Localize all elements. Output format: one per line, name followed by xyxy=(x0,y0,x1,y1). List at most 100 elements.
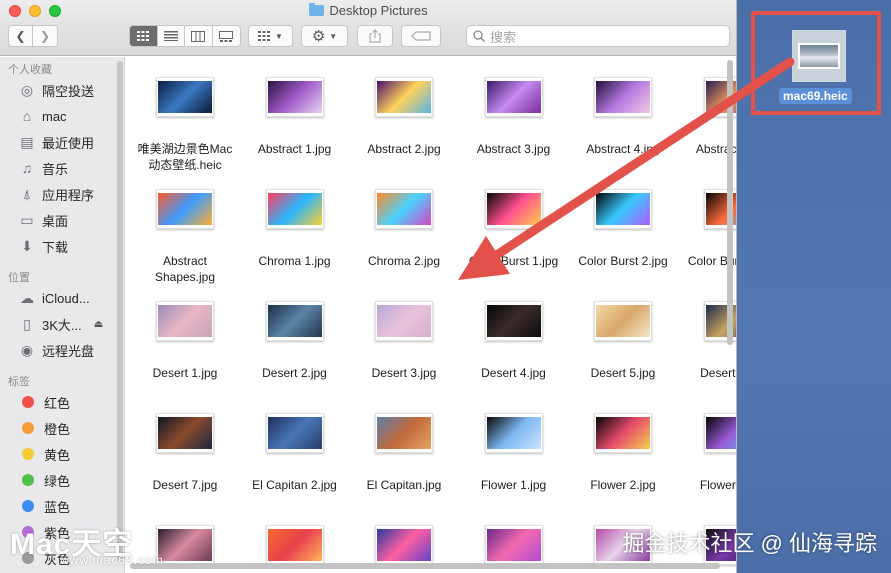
sidebar-item-label: 下载 xyxy=(42,239,69,255)
file-name: Desert 4.jpg xyxy=(481,366,546,380)
file-item[interactable]: Color Burst 1.jpg xyxy=(459,189,569,269)
file-thumbnail xyxy=(484,301,543,341)
column-view-button[interactable] xyxy=(185,26,213,46)
file-item[interactable]: Desert 2.jpg xyxy=(240,301,350,381)
sidebar-item-locations[interactable]: ▯ 3K大... ⏏ xyxy=(0,311,124,337)
sidebar-item-locations[interactable]: ☁ iCloud... xyxy=(0,285,124,311)
file-item[interactable]: Chroma 1.jpg xyxy=(240,189,350,269)
file-item[interactable]: Abstract 1.jpg xyxy=(240,77,350,157)
image-preview xyxy=(267,305,322,337)
tag-label: 橙色 xyxy=(44,421,71,437)
sidebar-item-favorites[interactable]: ◎ 隔空投送 xyxy=(0,77,124,103)
file-item[interactable]: Desert 4.jpg xyxy=(459,301,569,381)
file-name: Abstract 3.jpg xyxy=(476,142,551,156)
file-item[interactable]: Chroma 2.jpg xyxy=(349,189,459,269)
file-name: Chroma 1.jpg xyxy=(258,254,331,268)
image-preview xyxy=(267,417,322,449)
sidebar-tag-item[interactable]: 橙色 xyxy=(0,415,124,441)
back-button[interactable]: ❮ xyxy=(9,25,34,47)
search-field[interactable]: 搜索 xyxy=(466,25,730,47)
file-thumbnail xyxy=(265,413,324,453)
chevron-down-icon: ▼ xyxy=(275,31,283,41)
image-preview xyxy=(486,81,541,113)
file-item[interactable]: Flower 1.jpg xyxy=(459,413,569,493)
sidebar-item-favorites[interactable]: ▤ 最近使用 xyxy=(0,129,124,155)
gallery-view-button[interactable] xyxy=(213,26,240,46)
file-item[interactable]: Flower 2.jpg xyxy=(568,413,678,493)
action-menu-button[interactable]: ⚙ ▼ xyxy=(301,25,348,47)
file-item[interactable]: Desert 3.jpg xyxy=(349,301,459,381)
icloud-icon: ☁ xyxy=(20,289,34,306)
file-thumbnail xyxy=(265,301,324,341)
window-title: Desktop Pictures xyxy=(0,3,736,18)
desktop-file-thumbnail[interactable] xyxy=(792,30,846,82)
file-item[interactable]: El Capitan.jpg xyxy=(349,413,459,493)
tag-color-dot xyxy=(22,422,34,434)
vertical-scrollbar[interactable] xyxy=(727,60,733,345)
tag-label: 绿色 xyxy=(44,473,71,489)
file-item[interactable]: El Capitan 2.jpg xyxy=(240,413,350,493)
locations-list: ☁ iCloud... ▯ 3K大... ⏏ ◉ 远程光盘 xyxy=(0,285,124,363)
file-item[interactable]: Abstract 2.jpg xyxy=(349,77,459,157)
file-name: Flower 1.jpg xyxy=(480,478,547,492)
list-view-button[interactable] xyxy=(158,26,185,46)
file-item[interactable]: Desert 5.jpg xyxy=(568,301,678,381)
image-preview xyxy=(377,417,431,449)
file-item[interactable]: Abstract Shapes.jpg xyxy=(130,189,240,285)
sidebar-item-label: 3K大... xyxy=(42,317,82,333)
sidebar-tag-item[interactable]: 红色 xyxy=(0,389,124,415)
sidebar-item-favorites[interactable]: ♫ 音乐 xyxy=(0,155,124,181)
airdrop-icon: ◎ xyxy=(20,81,34,98)
image-preview xyxy=(267,529,322,561)
share-button[interactable] xyxy=(357,25,393,47)
file-thumbnail xyxy=(265,525,324,565)
sidebar-item-favorites[interactable]: ▭ 桌面 xyxy=(0,207,124,233)
sidebar-item-favorites[interactable]: ⍋ 应用程序 xyxy=(0,181,124,207)
file-item[interactable]: Desert 7.jpg xyxy=(130,413,240,493)
file-thumbnail xyxy=(594,77,652,117)
window-title-text: Desktop Pictures xyxy=(329,3,428,18)
search-icon xyxy=(473,30,485,42)
file-name: Desert 7.jpg xyxy=(152,478,218,492)
sidebar-item-locations[interactable]: ◉ 远程光盘 xyxy=(0,337,124,363)
tag-label: 红色 xyxy=(44,395,71,411)
eject-icon[interactable]: ⏏ xyxy=(94,319,103,330)
image-preview xyxy=(158,193,212,225)
file-item[interactable]: 唯美湖边景色Mac 动态壁纸.heic xyxy=(130,77,240,173)
home-icon: ⌂ xyxy=(22,108,32,124)
disk-icon: ▯ xyxy=(23,315,31,332)
file-thumbnail xyxy=(484,525,543,565)
file-name: Abstract 1.jpg xyxy=(257,142,332,156)
file-item[interactable]: Desert 1.jpg xyxy=(130,301,240,381)
recents-icon: ▤ xyxy=(20,133,34,150)
file-name: Flower 3.jpg xyxy=(699,478,736,492)
sidebar-scrollbar[interactable] xyxy=(117,61,123,561)
icon-view-button[interactable] xyxy=(130,26,158,46)
horizontal-scrollbar[interactable] xyxy=(130,563,720,569)
file-item[interactable]: Abstract 4.jpg xyxy=(568,77,678,157)
forward-button[interactable]: ❯ xyxy=(33,25,57,47)
edit-tags-button[interactable] xyxy=(401,25,441,47)
image-preview xyxy=(486,305,541,337)
file-thumbnail xyxy=(375,413,433,453)
image-preview xyxy=(158,529,212,561)
file-item[interactable]: Abstract 3.jpg xyxy=(459,77,569,157)
file-item[interactable]: Flower 3.jpg xyxy=(678,413,736,493)
image-preview xyxy=(596,305,650,337)
group-by-button[interactable]: ▼ xyxy=(248,25,293,47)
file-name: Desert 1.jpg xyxy=(152,366,218,380)
list-view-icon xyxy=(163,31,178,41)
file-thumbnail xyxy=(156,189,214,229)
desktop-file-label[interactable]: mac69.heic xyxy=(779,88,852,104)
folder-icon xyxy=(309,3,325,16)
tag-color-dot xyxy=(22,474,34,486)
sidebar-tag-item[interactable]: 蓝色 xyxy=(0,493,124,519)
sidebar-tag-item[interactable]: 绿色 xyxy=(0,467,124,493)
sidebar-tag-item[interactable]: 黄色 xyxy=(0,441,124,467)
sidebar-item-favorites[interactable]: ⌂ mac xyxy=(0,103,124,129)
file-item[interactable]: Color Burst 2.jpg xyxy=(568,189,678,269)
file-thumbnail xyxy=(484,189,543,229)
sidebar-item-favorites[interactable]: ⬇ 下载 xyxy=(0,233,124,259)
image-preview xyxy=(377,529,431,561)
file-name: Flower 2.jpg xyxy=(590,478,656,492)
